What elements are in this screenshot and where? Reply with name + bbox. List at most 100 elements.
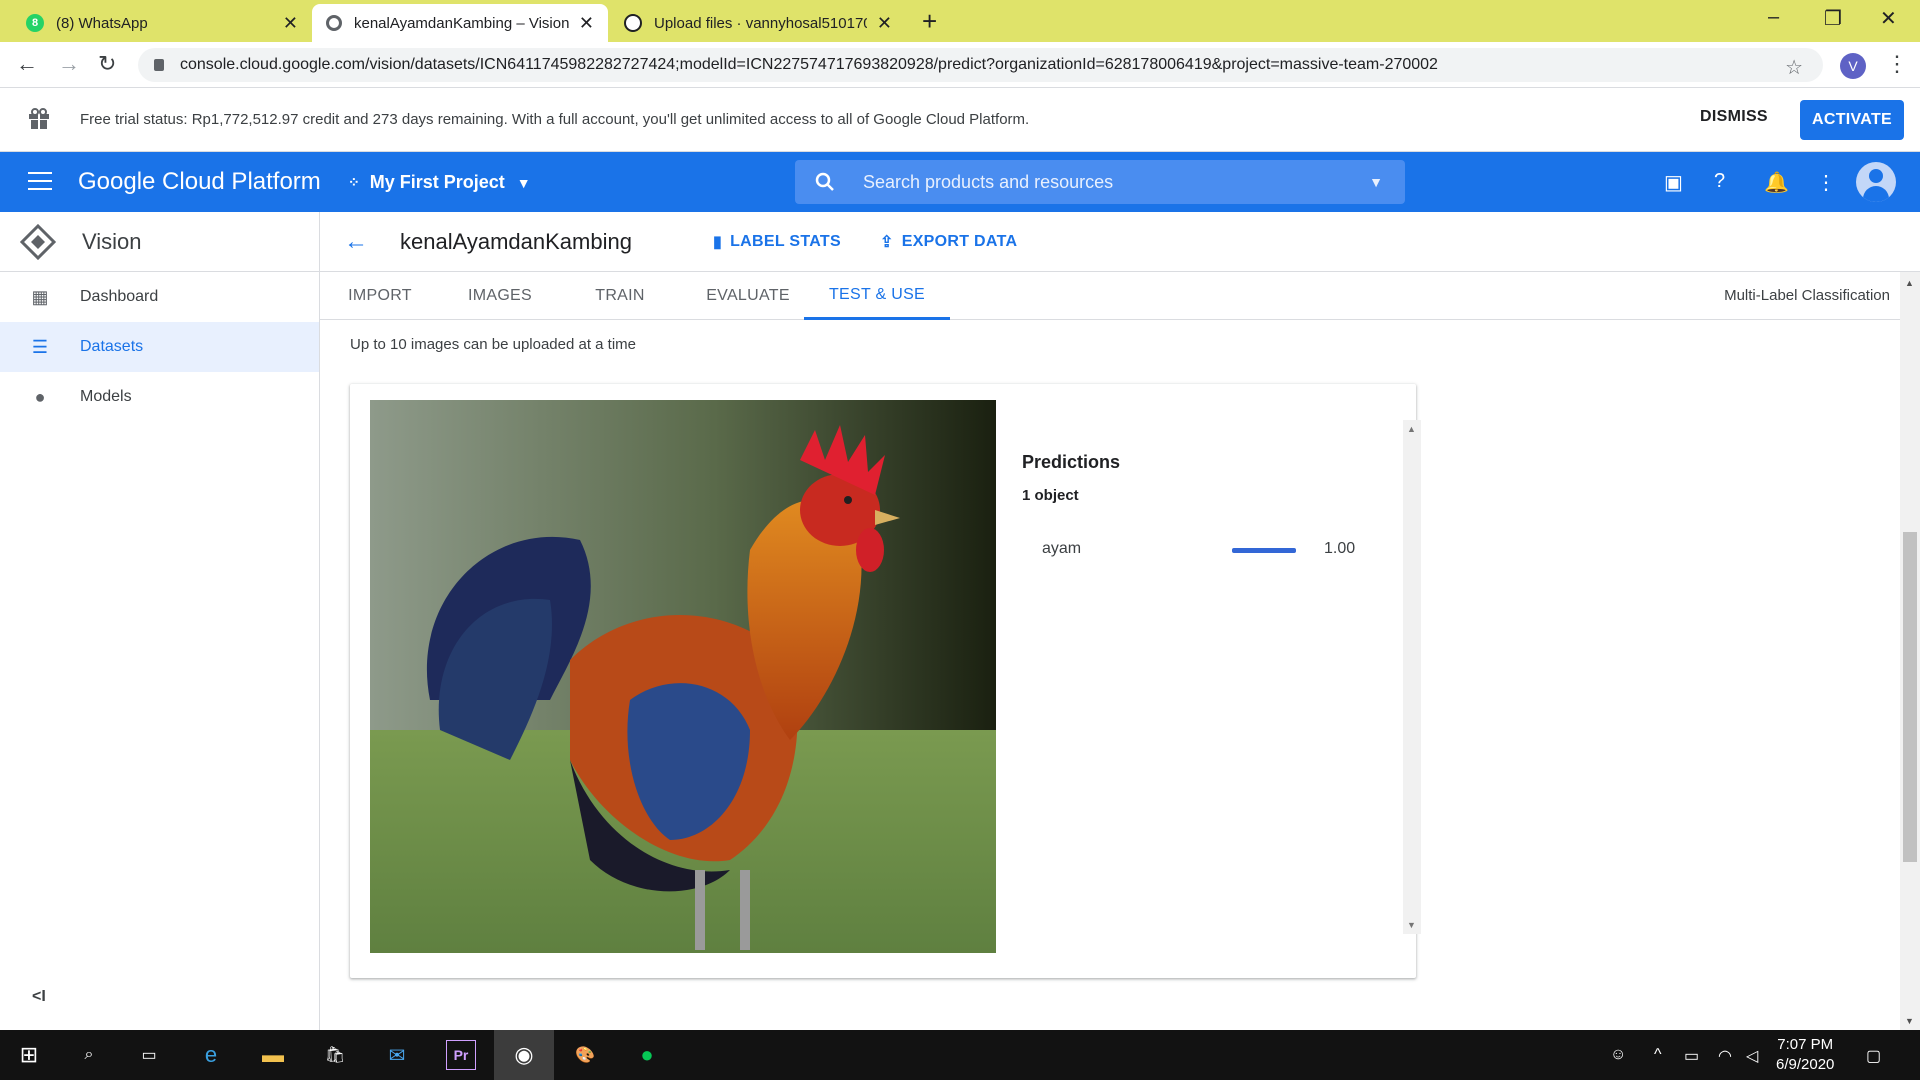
label-stats-button[interactable]: ▮ LABEL STATS [713, 232, 841, 252]
sidebar-item-label: Models [80, 388, 132, 405]
volume-icon[interactable]: ◁ [1746, 1046, 1758, 1066]
scroll-up-icon[interactable]: ▲ [1407, 424, 1416, 434]
project-name: My First Project [369, 172, 505, 192]
model-type-label: Multi-Label Classification [1724, 287, 1890, 304]
dashboard-icon: ▦ [31, 286, 49, 307]
dismiss-button[interactable]: DISMISS [1700, 108, 1768, 126]
tab-title: kenalAyamdanKambing – Vision [354, 14, 569, 32]
restore-icon[interactable]: ❐ [1824, 6, 1842, 31]
task-view-icon[interactable]: ▭ [134, 1040, 164, 1070]
address-bar: ← → ↻ console.cloud.google.com/vision/da… [0, 42, 1920, 88]
url-field[interactable]: console.cloud.google.com/vision/datasets… [138, 48, 1823, 82]
tab-images[interactable]: IMAGES [440, 272, 560, 320]
bookmark-star-icon[interactable]: ☆ [1785, 55, 1803, 80]
search-icon[interactable]: ⌕ [74, 1040, 104, 1070]
tray-chevron-up-icon[interactable]: ^ [1654, 1046, 1662, 1064]
back-icon[interactable]: ← [16, 51, 38, 77]
tab-train[interactable]: TRAIN [560, 272, 680, 320]
scroll-down-icon[interactable]: ▼ [1905, 1016, 1914, 1026]
prediction-card: Predictions 1 object ayam 1.00 ▲ ▼ [350, 384, 1421, 978]
predictions-scrollbar[interactable]: ▲ ▼ [1403, 420, 1421, 934]
trial-message: Free trial status: Rp1,772,512.97 credit… [80, 111, 1030, 128]
sidebar-item-datasets[interactable]: ☰ Datasets [0, 322, 319, 372]
close-window-icon[interactable]: ✕ [1880, 6, 1897, 31]
predictions-title: Predictions [1022, 452, 1121, 472]
paint-icon[interactable]: 🎨 [570, 1040, 600, 1070]
file-explorer-icon[interactable]: ▬ [258, 1040, 288, 1070]
notifications-bell-icon[interactable]: 🔔 [1764, 170, 1789, 195]
dataset-tabs: IMPORT IMAGES TRAIN EVALUATE TEST & USE … [320, 272, 1920, 320]
tab-test-and-use[interactable]: TEST & USE [804, 272, 950, 320]
gcp-header: Google Cloud Platform ⁘ My First Project… [0, 152, 1920, 212]
scroll-up-icon[interactable]: ▲ [1905, 278, 1914, 288]
close-icon[interactable]: ✕ [283, 13, 298, 34]
search-input[interactable]: Search products and resources ▼ [795, 160, 1405, 204]
profile-avatar[interactable]: V [1840, 53, 1866, 79]
chrome-icon[interactable]: ◉ [494, 1030, 554, 1080]
tab-title: (8) WhatsApp [56, 14, 148, 32]
battery-icon[interactable]: ▭ [1684, 1046, 1699, 1066]
forward-icon[interactable]: → [58, 51, 80, 77]
close-icon[interactable]: ✕ [579, 13, 594, 34]
chevron-down-icon[interactable]: ▼ [1369, 174, 1383, 190]
tab-whatsapp[interactable]: 8 (8) WhatsApp ✕ [12, 4, 312, 42]
cloud-shell-icon[interactable]: ▣ [1664, 170, 1683, 195]
dataset-header: ← kenalAyamdanKambing ▮ LABEL STATS ⇪ EX… [320, 212, 1920, 272]
tab-import[interactable]: IMPORT [320, 272, 440, 320]
new-tab-button[interactable]: + [922, 6, 937, 37]
sidebar-header: Vision [0, 212, 319, 272]
people-icon[interactable]: ☺ [1610, 1046, 1626, 1064]
back-arrow-icon[interactable]: ← [344, 228, 368, 256]
help-icon[interactable]: ? [1714, 170, 1725, 193]
edge-icon[interactable]: e [196, 1040, 226, 1070]
tab-evaluate[interactable]: EVALUATE [680, 272, 816, 320]
search-icon [815, 172, 834, 191]
export-data-button[interactable]: ⇪ EXPORT DATA [880, 232, 1017, 252]
sidebar-item-label: Dashboard [80, 288, 159, 305]
tab-vision[interactable]: kenalAyamdanKambing – Vision ✕ [312, 4, 608, 42]
tab-github[interactable]: Upload files · vannyhosal510170 ✕ [610, 4, 906, 42]
sidebar-item-label: Datasets [80, 338, 144, 355]
close-icon[interactable]: ✕ [877, 13, 892, 34]
wifi-icon[interactable]: ◠ [1718, 1046, 1732, 1066]
browser-menu-icon[interactable]: ⋮ [1886, 51, 1908, 77]
product-title[interactable]: Google Cloud Platform [78, 168, 321, 196]
clock[interactable]: 7:07 PM 6/9/2020 [1776, 1035, 1834, 1075]
chevron-down-icon: ▼ [516, 174, 531, 191]
whatsapp-icon: 8 [26, 14, 44, 32]
clock-time: 7:07 PM [1777, 1036, 1834, 1053]
vision-logo-icon [20, 223, 56, 260]
list-icon: ☰ [31, 336, 49, 357]
predictions-panel: Predictions 1 object ayam 1.00 [1022, 420, 1372, 570]
github-icon [624, 14, 642, 32]
project-selector[interactable]: ⁘ My First Project ▼ [348, 172, 531, 193]
windows-taskbar: ⊞ ⌕ ▭ e ▬ 🛍 ✉ Pr ◉ 🎨 ● ☺ ^ ▭ ◠ ◁ 7:07 PM… [0, 1030, 1920, 1080]
line-app-icon[interactable]: ● [632, 1040, 662, 1070]
notifications-icon[interactable]: ▢ [1866, 1046, 1881, 1066]
activate-button[interactable]: ACTIVATE [1800, 100, 1904, 140]
account-avatar[interactable] [1856, 162, 1896, 202]
scrollbar-thumb[interactable] [1903, 532, 1917, 862]
page-scrollbar[interactable]: ▲ ▼ [1900, 272, 1920, 1030]
export-data-label: EXPORT DATA [901, 233, 1018, 250]
upload-hint: Up to 10 images can be uploaded at a tim… [350, 336, 637, 353]
scroll-down-icon[interactable]: ▼ [1407, 920, 1416, 930]
store-icon[interactable]: 🛍 [320, 1040, 350, 1070]
premiere-icon[interactable]: Pr [446, 1040, 476, 1070]
reload-icon[interactable]: ↻ [98, 51, 116, 77]
url-text: console.cloud.google.com/vision/datasets… [180, 56, 1438, 73]
minimize-icon[interactable]: – [1768, 6, 1779, 29]
sidebar-title: Vision [82, 228, 142, 254]
collapse-sidebar-button[interactable]: <I [32, 988, 46, 1006]
mail-icon[interactable]: ✉ [382, 1040, 412, 1070]
sidebar-item-dashboard[interactable]: ▦ Dashboard [0, 272, 319, 322]
more-options-icon[interactable]: ⋮ [1816, 170, 1836, 195]
label-stats-label: LABEL STATS [730, 233, 841, 250]
sidebar-item-models[interactable]: ● Models [0, 372, 319, 422]
prediction-score-bar [1232, 548, 1296, 553]
hamburger-menu-icon[interactable] [28, 172, 52, 190]
bar-chart-icon: ▮ [713, 234, 723, 251]
windows-start-icon[interactable]: ⊞ [14, 1040, 44, 1070]
prediction-label: ayam [1042, 540, 1082, 557]
lock-icon [154, 59, 164, 71]
